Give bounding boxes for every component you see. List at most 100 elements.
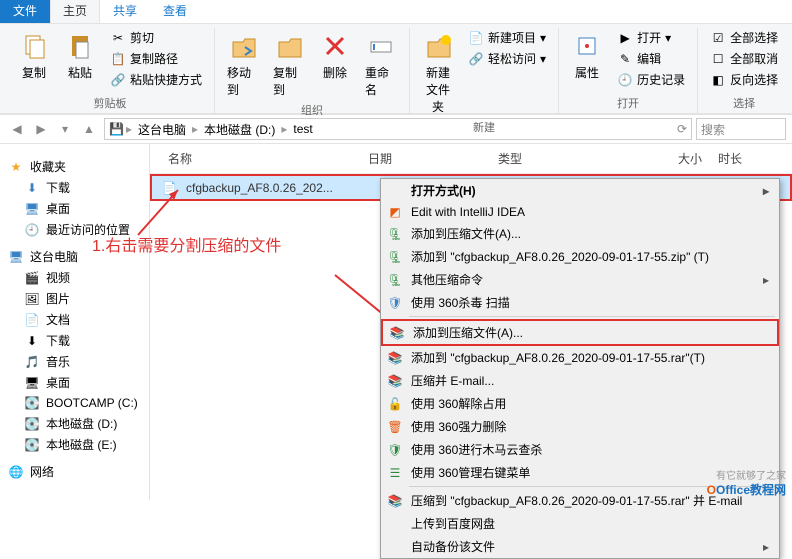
open-button[interactable]: ▶打开 ▾ <box>613 28 689 47</box>
zip-icon: 🗜 <box>387 272 403 288</box>
ctx-othercompress[interactable]: 🗜其他压缩命令▸ <box>381 268 779 291</box>
rar-icon: 📚 <box>387 493 403 509</box>
col-date[interactable]: 日期 <box>360 148 490 169</box>
history-dropdown[interactable]: ▾ <box>54 118 76 140</box>
nav-drive-d[interactable]: 💽本地磁盘 (D:) <box>0 413 149 434</box>
nav-desktop[interactable]: 🖥桌面 <box>0 198 149 219</box>
network-icon: 🌐 <box>8 464 24 480</box>
ctx-addzip[interactable]: 🗜添加到压缩文件(A)... <box>381 222 779 245</box>
ctx-force360[interactable]: 🗑使用 360强力删除 <box>381 415 779 438</box>
download-icon: ⬇ <box>24 333 40 349</box>
rar-icon: 📚 <box>389 325 405 341</box>
col-size[interactable]: 大小 <box>610 148 710 169</box>
tab-share[interactable]: 共享 <box>100 0 150 23</box>
ctx-addzipname[interactable]: 🗜添加到 "cfgbackup_AF8.0.26_2020-09-01-17-5… <box>381 245 779 268</box>
copyto-icon <box>273 30 305 62</box>
ctx-emailrar[interactable]: 📚压缩并 E-mail... <box>381 369 779 392</box>
props-button[interactable]: 属性 <box>567 28 607 83</box>
up-button[interactable]: ▲ <box>78 118 100 140</box>
edit-button[interactable]: ✎编辑 <box>613 49 689 68</box>
nav-bootcamp[interactable]: 💽BOOTCAMP (C:) <box>0 393 149 413</box>
selectall-button[interactable]: ☑全部选择 <box>706 28 782 47</box>
recent-icon: 🕘 <box>24 222 40 238</box>
crumb-drive[interactable]: 本地磁盘 (D:) <box>200 121 279 138</box>
ctx-addrar[interactable]: 📚添加到压缩文件(A)... <box>381 319 779 346</box>
nav-music[interactable]: 🎵音乐 <box>0 351 149 372</box>
ctx-unlock360[interactable]: 🔓使用 360解除占用 <box>381 392 779 415</box>
paste-button[interactable]: 粘贴 <box>60 28 100 83</box>
pc-icon: 🖥 <box>8 249 24 265</box>
download-icon: ⬇ <box>24 180 40 196</box>
nav-pictures[interactable]: 🖼图片 <box>0 288 149 309</box>
breadcrumb[interactable]: 💾 ▸ 这台电脑 ▸ 本地磁盘 (D:) ▸ test ⟳ <box>104 118 692 140</box>
history-button[interactable]: 🕘历史记录 <box>613 70 689 89</box>
copy-icon <box>18 30 50 62</box>
nav-videos[interactable]: 🎬视频 <box>0 267 149 288</box>
easyaccess-button[interactable]: 🔗轻松访问 ▾ <box>464 49 550 68</box>
copypath-button[interactable]: 📋复制路径 <box>106 49 206 68</box>
star-icon: ★ <box>8 159 24 175</box>
nav-desktop2[interactable]: 🖥桌面 <box>0 372 149 393</box>
shield-icon: 🛡 <box>387 295 403 311</box>
copy-label: 复制 <box>22 64 46 81</box>
forward-button[interactable]: ▶ <box>30 118 52 140</box>
nav-downloads2[interactable]: ⬇下载 <box>0 330 149 351</box>
ctx-trojan360[interactable]: 🛡使用 360进行木马云查杀 <box>381 438 779 461</box>
invert-button[interactable]: ◧反向选择 <box>706 70 782 89</box>
menu-icon: ☰ <box>387 465 403 481</box>
ctx-scan360[interactable]: 🛡使用 360杀毒 扫描 <box>381 291 779 314</box>
intellij-icon: ◩ <box>387 204 403 220</box>
context-menu: 打开方式(H)▸ ◩Edit with IntelliJ IDEA 🗜添加到压缩… <box>380 178 780 559</box>
col-name[interactable]: 名称 <box>160 148 360 169</box>
moveto-icon <box>227 30 259 62</box>
nav-drive-e[interactable]: 💽本地磁盘 (E:) <box>0 434 149 455</box>
ctx-separator <box>409 316 775 317</box>
ctx-openwith[interactable]: 打开方式(H)▸ <box>381 179 779 202</box>
tab-file[interactable]: 文件 <box>0 0 50 23</box>
tab-view[interactable]: 查看 <box>150 0 200 23</box>
col-type[interactable]: 类型 <box>490 148 610 169</box>
nav-network[interactable]: 🌐网络 <box>0 461 149 482</box>
newfolder-button[interactable]: 新建 文件夹 <box>418 28 458 117</box>
crumb-folder[interactable]: test <box>289 122 316 136</box>
newfolder-icon <box>422 30 454 62</box>
selectnone-button[interactable]: ☐全部取消 <box>706 49 782 68</box>
ctx-intellij[interactable]: ◩Edit with IntelliJ IDEA <box>381 202 779 222</box>
rename-button[interactable]: 重命名 <box>361 28 401 100</box>
pasteshortcut-button[interactable]: 🔗粘贴快捷方式 <box>106 70 206 89</box>
delete-button[interactable]: 删除 <box>315 28 355 83</box>
group-select-label: 选择 <box>733 93 755 113</box>
nav-favorites[interactable]: ★收藏夹 <box>0 156 149 177</box>
edit-icon: ✎ <box>617 51 633 67</box>
moveto-button[interactable]: 移动到 <box>223 28 263 100</box>
back-button[interactable]: ◀ <box>6 118 28 140</box>
cut-button[interactable]: ✂剪切 <box>106 28 206 47</box>
group-organize: 移动到 复制到 删除 重命名 组织 <box>215 28 410 113</box>
paste-icon <box>64 30 96 62</box>
ctx-addrarname[interactable]: 📚添加到 "cfgbackup_AF8.0.26_2020-09-01-17-5… <box>381 346 779 369</box>
copyto-button[interactable]: 复制到 <box>269 28 309 100</box>
search-input[interactable]: 搜索 <box>696 118 786 140</box>
ribbon: 复制 粘贴 ✂剪切 📋复制路径 🔗粘贴快捷方式 剪贴板 移动到 复制到 删除 重… <box>0 24 792 114</box>
rar-icon: 📚 <box>387 350 403 366</box>
nav-downloads[interactable]: ⬇下载 <box>0 177 149 198</box>
desktop-icon: 🖥 <box>24 375 40 391</box>
delete-icon <box>319 30 351 62</box>
video-icon: 🎬 <box>24 270 40 286</box>
ctx-baidu[interactable]: 上传到百度网盘 <box>381 512 779 535</box>
ctx-autobak[interactable]: 自动备份该文件▸ <box>381 535 779 558</box>
scissors-icon: ✂ <box>110 30 126 46</box>
rename-icon <box>365 30 397 62</box>
watermark: OOffice教程网 <box>707 481 786 498</box>
shield-icon: 🛡 <box>387 442 403 458</box>
file-name: cfgbackup_AF8.0.26_202... <box>178 180 378 196</box>
nav-documents[interactable]: 📄文档 <box>0 309 149 330</box>
zip-icon: 🗜 <box>387 249 403 265</box>
crumb-pc[interactable]: 这台电脑 <box>134 121 190 138</box>
tab-home[interactable]: 主页 <box>50 0 100 23</box>
newitem-button[interactable]: 📄新建项目 ▾ <box>464 28 550 47</box>
col-length[interactable]: 时长 <box>710 148 782 169</box>
shortcut-icon: 🔗 <box>110 72 126 88</box>
refresh-button[interactable]: ⟳ <box>677 122 687 136</box>
copy-button[interactable]: 复制 <box>14 28 54 83</box>
